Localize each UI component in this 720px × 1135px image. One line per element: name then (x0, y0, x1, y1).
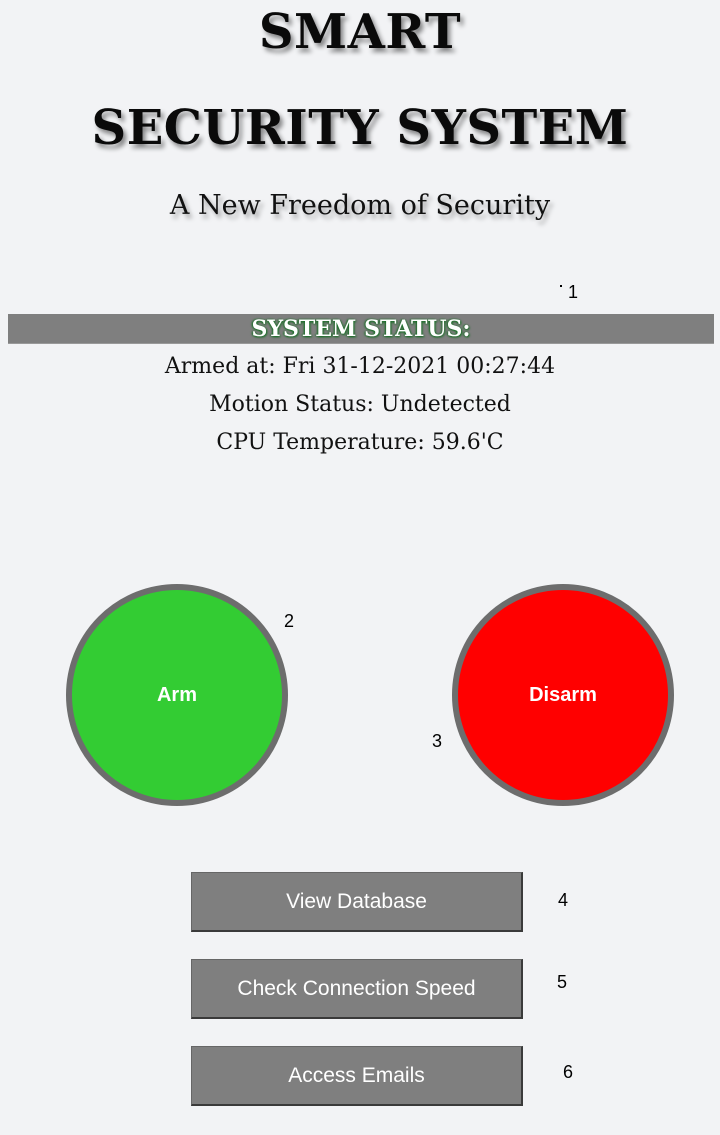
arm-button[interactable]: Arm (66, 584, 288, 806)
check-connection-speed-label: Check Connection Speed (237, 976, 476, 1000)
annotation-marker-4: 4 (558, 890, 569, 910)
disarm-button[interactable]: Disarm (452, 584, 674, 806)
view-database-button[interactable]: View Database (191, 872, 523, 932)
status-heading: SYSTEM STATUS: (251, 316, 471, 342)
cpu-temperature-text: CPU Temperature: 59.6'C (216, 430, 504, 455)
arm-button-label: Arm (156, 683, 197, 706)
check-connection-speed-button[interactable]: Check Connection Speed (191, 959, 523, 1019)
subtitle: A New Freedom of Security (169, 190, 551, 221)
disarm-button-label: Disarm (529, 683, 597, 706)
access-emails-button[interactable]: Access Emails (191, 1046, 523, 1106)
title-line-1: SMART (258, 4, 462, 60)
armed-status-text: Armed at: Fri 31-12-2021 00:27:44 (164, 354, 556, 379)
annotation-marker-5: 5 (557, 972, 568, 992)
motion-status-text: Motion Status: Undetected (209, 392, 511, 417)
annotation-marker-3: 3 (432, 731, 443, 751)
view-database-label: View Database (286, 889, 427, 913)
status-bar: SYSTEM STATUS: (8, 314, 714, 344)
access-emails-label: Access Emails (288, 1063, 425, 1087)
annotation-marker-1: 1 (568, 282, 579, 302)
annotation-dot (560, 285, 562, 287)
title-line-2: SECURITY SYSTEM (91, 100, 629, 156)
annotation-marker-2: 2 (284, 611, 295, 631)
annotation-marker-6: 6 (563, 1062, 574, 1082)
